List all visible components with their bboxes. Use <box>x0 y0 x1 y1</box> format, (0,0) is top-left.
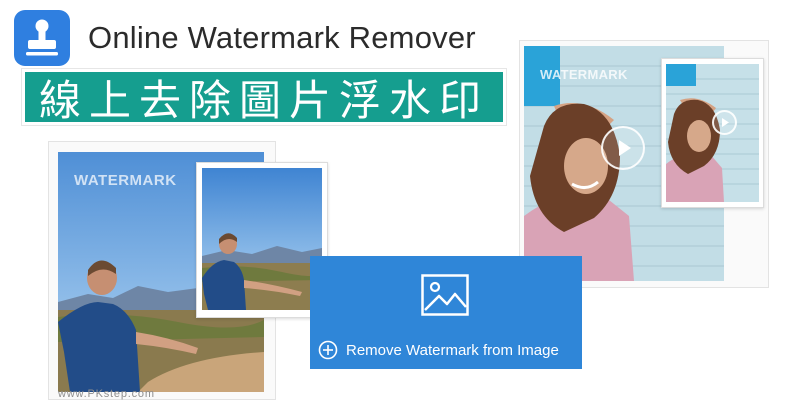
play-icon[interactable] <box>601 126 645 170</box>
plus-circle-icon <box>318 340 338 360</box>
footer-url: www.PKstep.com <box>58 388 155 400</box>
watermark-text-left: WATERMARK <box>74 172 177 189</box>
woman-photo-clean <box>666 64 759 202</box>
image-icon <box>421 274 469 316</box>
chinese-title-banner: 線上去除圖片浮水印 <box>21 68 507 126</box>
play-icon-small[interactable] <box>712 110 737 135</box>
remove-watermark-label: Remove Watermark from Image <box>346 342 559 359</box>
app-title: Online Watermark Remover <box>88 20 476 55</box>
man-photo-clean <box>202 168 322 310</box>
watermark-text-right: WATERMARK <box>540 67 628 82</box>
app-logo <box>14 10 70 66</box>
remove-watermark-button[interactable]: Remove Watermark from Image <box>310 256 582 369</box>
chinese-title: 線上去除圖片浮水印 <box>38 75 489 125</box>
stamp-icon <box>26 19 58 56</box>
